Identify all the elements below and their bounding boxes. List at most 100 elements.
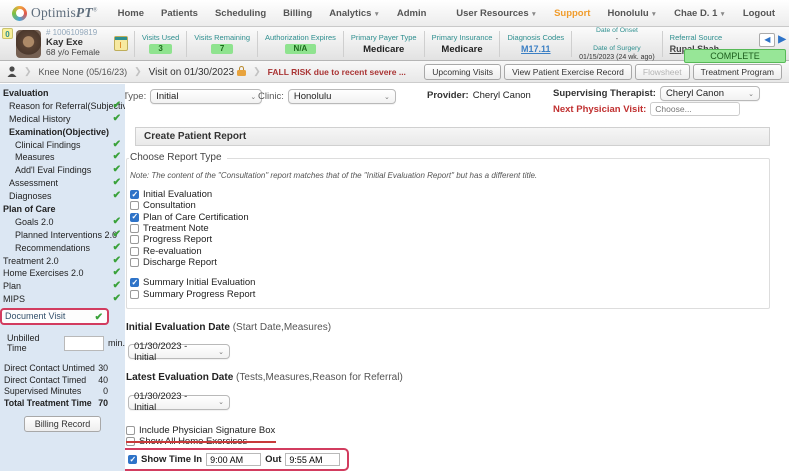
chevron-down-icon: ⌄ [218,399,224,407]
summary-initial-evaluation-checkbox[interactable]: Summary Initial Evaluation [130,277,761,288]
nav-analytics[interactable]: Analytics ▼ [329,8,380,19]
sidebar-item-examination[interactable]: Examination(Objective)✔ [0,126,125,139]
checkbox-icon[interactable] [130,224,139,234]
nav-billing[interactable]: Billing [283,8,312,19]
report-type-initial-evaluation[interactable]: Initial Evaluation [130,189,761,200]
nav-logout[interactable]: Logout [743,8,775,19]
checkbox-icon[interactable] [130,257,139,267]
nav-scheduling[interactable]: Scheduling [215,8,266,19]
sidebar-item-medical-history[interactable]: Medical History ✔ [0,113,125,126]
sidebar-item-evaluation[interactable]: Evaluation✔ [0,87,125,100]
sidebar-item-home-exercises[interactable]: Home Exercises 2.0 ✔ [0,267,125,280]
sidebar-item-reason-for-referral[interactable]: Reason for Referral(Subjective) ✔ [0,100,125,113]
time-in-input[interactable] [206,453,262,467]
check-icon: ✔ [94,312,103,324]
visit-controls-row: Type: Initial ⌄ Clinic: Honolulu ⌄ Provide… [125,84,789,116]
time-out-input[interactable] [285,453,341,467]
sidebar-item-mips[interactable]: MIPS ✔ [0,293,125,306]
sidebar-item-clinical-findings[interactable]: Clinical Findings ✔ [0,139,125,152]
report-type-discharge-report[interactable]: Discharge Report [130,257,761,268]
chevron-down-icon: ▼ [530,10,538,18]
report-type-treatment-note[interactable]: Treatment Note [130,223,761,234]
check-icon: ✔ [112,280,121,292]
sidebar-item-document-visit[interactable]: Document Visit ✔ [0,308,109,326]
checkbox-icon[interactable] [126,437,135,447]
sidebar-item-plan-of-care[interactable]: Plan of Care✔ [0,203,125,216]
choose-report-type-title: Choose Report Type [129,152,227,163]
report-type-consultation[interactable]: Consultation [130,200,761,211]
checkbox-icon[interactable] [130,246,139,256]
supervising-therapist-select[interactable]: Cheryl Canon ⌄ [659,86,760,101]
nav-admin[interactable]: Admin [397,8,427,19]
patient-avatar[interactable] [16,29,41,58]
check-icon: ✔ [112,215,121,227]
nav-user-menu[interactable]: Chae D. 1 ▼ [674,8,726,19]
breadcrumb-case[interactable]: Knee None (05/16/23) [39,67,128,77]
summary-progress-report-checkbox[interactable]: Summary Progress Report [130,288,761,300]
latest-eval-date-label: Latest Evaluation Date (Tests,Measures,R… [126,372,403,384]
brand-suffix: PT [75,5,93,20]
sidebar-item-assessment[interactable]: Assessment ✔ [0,177,125,190]
alert-count-badge[interactable]: 0 [2,28,13,39]
unbilled-time-input[interactable] [63,335,104,351]
checkbox-icon[interactable] [130,235,139,245]
lock-icon [237,65,247,76]
calendar-icon[interactable] [113,36,128,51]
optimispt-logo[interactable]: OptimisPT® [12,5,98,21]
upcoming-visits-button[interactable]: Upcoming Visits [424,63,502,80]
include-signature-checkbox[interactable]: Include Physician Signature Box [126,425,789,436]
report-type-plan-of-care-certification[interactable]: Plan of Care Certification [130,212,761,223]
nav-clinic-honolulu[interactable]: Honolulu ▼ [607,8,657,19]
provider-value: Cheryl Canon [472,90,531,101]
latest-eval-date-select[interactable]: 01/30/2023 - Initial ⌄ [128,391,230,413]
checkbox-icon[interactable] [130,212,139,222]
checkbox-icon[interactable] [126,425,135,435]
sidebar-item-measures[interactable]: Measures ✔ [0,151,125,164]
breadcrumb-visit[interactable]: Visit on 01/30/2023 [149,65,247,78]
check-icon: ✔ [112,138,121,150]
checkbox-icon[interactable] [130,190,139,200]
next-arrow-icon[interactable]: ▶ [778,34,786,45]
billing-record-button[interactable]: Billing Record [23,416,102,433]
initial-eval-date-select[interactable]: 01/30/2023 - Initial ⌄ [128,341,230,363]
chevron-down-icon: ⌄ [218,348,224,356]
report-type-re-evaluation[interactable]: Re-evaluation [130,245,761,257]
sidebar-item-plan[interactable]: Plan ✔ [0,280,125,293]
visit-type-select[interactable]: Initial ⌄ [150,89,263,104]
checkbox-icon[interactable] [130,201,139,211]
nav-user-resources[interactable]: User Resources ▼ [456,8,537,19]
patient-icon[interactable] [7,66,17,77]
supervising-group: Supervising Therapist: Cheryl Canon ⌄ Nex… [553,86,760,116]
provider-group: Provider: Cheryl Canon [427,90,531,101]
sidebar-item-recommendations[interactable]: Recommendations ✔ [0,242,125,255]
view-exercise-record-button[interactable]: View Patient Exercise Record [504,63,632,80]
sidebar-item-goals[interactable]: Goals 2.0 ✔ [0,216,125,229]
clinic-select[interactable]: Honolulu ⌄ [287,89,396,104]
check-icon: ✔ [112,267,121,279]
sidebar-item-treatment[interactable]: Treatment 2.0 ✔ [0,255,125,268]
complete-button[interactable]: COMPLETE [684,49,786,63]
time-out-label: Out [265,454,282,466]
sidebar-item-addl-eval-findings[interactable]: Add'l Eval Findings ✔ [0,164,125,177]
initial-eval-date-label: Initial Evaluation Date (Start Date,Meas… [126,321,332,333]
diagnosis-code-link[interactable]: M17.11 [507,44,564,54]
total-row: Direct Contact Untimed 30 [4,363,108,374]
report-type-progress-report[interactable]: Progress Report [130,234,761,245]
chevron-down-icon: ⌄ [250,93,257,101]
checkbox-icon[interactable] [130,278,139,288]
checkbox-icon[interactable] [128,455,137,465]
fall-risk-alert[interactable]: FALL RISK due to recent severe ... [268,67,406,77]
show-all-home-exercises-checkbox[interactable]: Show All Home Exercises [126,436,286,447]
chevron-down-icon: ▼ [650,10,658,18]
nav-patients[interactable]: Patients [161,8,198,19]
nav-home[interactable]: Home [118,8,144,19]
sidebar-item-planned-interventions[interactable]: Planned Interventions 2.0 ✔ [0,229,125,242]
prev-arrow-button[interactable]: ◀ [759,33,776,47]
treatment-program-button[interactable]: Treatment Program [692,63,782,80]
next-physician-visit-input[interactable] [650,102,741,116]
check-icon: ✔ [112,164,121,176]
checkbox-icon[interactable] [130,289,139,299]
nav-support[interactable]: Support [554,8,590,19]
unbilled-time-label: Unbilled Time [7,333,40,354]
sidebar-item-diagnoses[interactable]: Diagnoses ✔ [0,190,125,203]
